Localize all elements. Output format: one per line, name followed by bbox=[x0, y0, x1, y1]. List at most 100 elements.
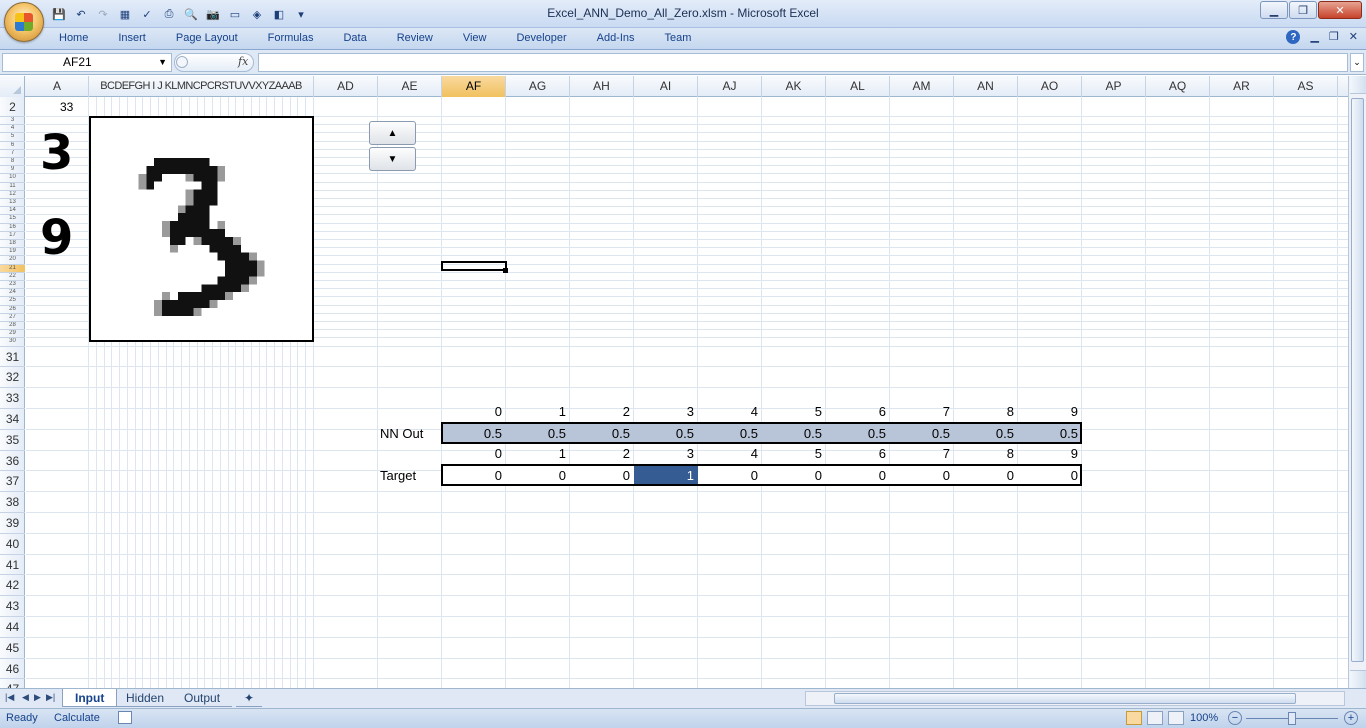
maximize-icon[interactable]: ❐ bbox=[1289, 1, 1317, 19]
target-cell-1[interactable]: 0 bbox=[506, 468, 566, 483]
row-header-43[interactable]: 43 bbox=[0, 596, 25, 617]
row-header-23[interactable]: 23 bbox=[0, 281, 25, 290]
target-cell-4[interactable]: 0 bbox=[698, 468, 758, 483]
nn-out-label[interactable]: NN Out bbox=[380, 426, 423, 441]
close-icon[interactable]: ✕ bbox=[1318, 1, 1362, 19]
col-header-aj[interactable]: AJ bbox=[698, 76, 762, 97]
row-header-2[interactable]: 2 bbox=[0, 97, 25, 117]
row-header-42[interactable]: 42 bbox=[0, 575, 25, 597]
row-header-14[interactable]: 14 bbox=[0, 207, 25, 216]
horizontal-scroll-thumb[interactable] bbox=[834, 693, 1296, 704]
insert-sheet-icon[interactable]: ✦ bbox=[236, 689, 263, 707]
zoom-level[interactable]: 100% bbox=[1190, 712, 1218, 724]
target-index-cell-6[interactable]: 6 bbox=[826, 446, 886, 461]
row-header-12[interactable]: 12 bbox=[0, 191, 25, 199]
col-header-ag[interactable]: AG bbox=[506, 76, 570, 97]
col-header-a[interactable]: A bbox=[26, 76, 89, 97]
cell-a2[interactable]: 33 bbox=[60, 100, 73, 114]
target-cell-5[interactable]: 0 bbox=[762, 468, 822, 483]
nn-out-cell-3[interactable]: 0.5 bbox=[634, 426, 694, 441]
target-cell-0[interactable]: 0 bbox=[442, 468, 502, 483]
row-header-20[interactable]: 20 bbox=[0, 256, 25, 265]
col-header-ap[interactable]: AP bbox=[1082, 76, 1146, 97]
target-cell-2[interactable]: 0 bbox=[570, 468, 630, 483]
output-index-cell-9[interactable]: 9 bbox=[1018, 404, 1078, 419]
chevron-down-icon[interactable]: ▼ bbox=[158, 54, 167, 71]
first-sheet-icon[interactable]: |◀ bbox=[5, 692, 14, 703]
scroll-up-icon[interactable] bbox=[1350, 76, 1366, 94]
fill-handle[interactable] bbox=[503, 268, 508, 273]
col-header-ak[interactable]: AK bbox=[762, 76, 826, 97]
target-cell-7[interactable]: 0 bbox=[890, 468, 950, 483]
output-index-cell-3[interactable]: 3 bbox=[634, 404, 694, 419]
nn-out-cell-0[interactable]: 0.5 bbox=[442, 426, 502, 441]
row-header-11[interactable]: 11 bbox=[0, 183, 25, 191]
row-header-22[interactable]: 22 bbox=[0, 273, 25, 281]
target-cell-3[interactable]: 1 bbox=[634, 468, 694, 483]
target-label[interactable]: Target bbox=[380, 468, 416, 483]
col-header-ae[interactable]: AE bbox=[378, 76, 442, 97]
tab-team[interactable]: Team bbox=[650, 31, 707, 45]
row-header-35[interactable]: 35 bbox=[0, 430, 25, 451]
tab-page-layout[interactable]: Page Layout bbox=[161, 31, 253, 45]
output-index-cell-8[interactable]: 8 bbox=[954, 404, 1014, 419]
prev-sheet-icon[interactable]: ◀ bbox=[22, 692, 29, 703]
target-index-cell-2[interactable]: 2 bbox=[570, 446, 630, 461]
row-header-21[interactable]: 21 bbox=[0, 264, 25, 273]
target-index-cell-8[interactable]: 8 bbox=[954, 446, 1014, 461]
nn-out-cell-8[interactable]: 0.5 bbox=[954, 426, 1014, 441]
sheet-tab-hidden[interactable]: Hidden bbox=[114, 689, 177, 707]
row-header-32[interactable]: 32 bbox=[0, 367, 25, 389]
col-header-aq[interactable]: AQ bbox=[1146, 76, 1210, 97]
col-header-al[interactable]: AL bbox=[826, 76, 890, 97]
col-header-narrow-group[interactable]: BCDEFGH I J KLMNCPCRSTUVVXYZAAAB bbox=[89, 76, 314, 97]
output-index-cell-7[interactable]: 7 bbox=[890, 404, 950, 419]
office-button[interactable] bbox=[4, 2, 44, 42]
col-header-ar[interactable]: AR bbox=[1210, 76, 1274, 97]
zoom-out-icon[interactable]: − bbox=[1228, 711, 1242, 725]
nn-out-cell-9[interactable]: 0.5 bbox=[1018, 426, 1078, 441]
row-header-47[interactable]: 47 bbox=[0, 679, 25, 688]
tab-add-ins[interactable]: Add-Ins bbox=[582, 31, 650, 45]
row-header-44[interactable]: 44 bbox=[0, 617, 25, 638]
nn-out-cell-5[interactable]: 0.5 bbox=[762, 426, 822, 441]
nn-out-cell-6[interactable]: 0.5 bbox=[826, 426, 886, 441]
col-header-an[interactable]: AN bbox=[954, 76, 1018, 97]
zoom-slider-thumb[interactable] bbox=[1288, 712, 1296, 725]
horizontal-scrollbar[interactable] bbox=[805, 691, 1345, 706]
row-header-18[interactable]: 18 bbox=[0, 240, 25, 249]
row-header-25[interactable]: 25 bbox=[0, 297, 25, 306]
row-header-31[interactable]: 31 bbox=[0, 347, 25, 368]
target-cell-6[interactable]: 0 bbox=[826, 468, 886, 483]
nn-out-cell-7[interactable]: 0.5 bbox=[890, 426, 950, 441]
tab-home[interactable]: Home bbox=[44, 31, 103, 45]
tab-developer[interactable]: Developer bbox=[501, 31, 581, 45]
page-break-view-icon[interactable] bbox=[1168, 711, 1184, 725]
col-header-af[interactable]: AF bbox=[442, 76, 506, 97]
col-header-am[interactable]: AM bbox=[890, 76, 954, 97]
target-index-cell-3[interactable]: 3 bbox=[634, 446, 694, 461]
target-index-cell-5[interactable]: 5 bbox=[762, 446, 822, 461]
row-header-39[interactable]: 39 bbox=[0, 513, 25, 534]
col-header-ah[interactable]: AH bbox=[570, 76, 634, 97]
row-header-13[interactable]: 13 bbox=[0, 199, 25, 208]
zoom-in-icon[interactable]: + bbox=[1344, 711, 1358, 725]
minimize-icon[interactable]: ▁ bbox=[1260, 1, 1288, 19]
target-index-cell-1[interactable]: 1 bbox=[506, 446, 566, 461]
nn-out-cell-4[interactable]: 0.5 bbox=[698, 426, 758, 441]
row-header-29[interactable]: 29 bbox=[0, 330, 25, 339]
row-header-30[interactable]: 30 bbox=[0, 338, 25, 347]
col-header-ao[interactable]: AO bbox=[1018, 76, 1082, 97]
row-header-40[interactable]: 40 bbox=[0, 534, 25, 555]
output-index-cell-1[interactable]: 1 bbox=[506, 404, 566, 419]
nn-out-cell-1[interactable]: 0.5 bbox=[506, 426, 566, 441]
page-layout-view-icon[interactable] bbox=[1147, 711, 1163, 725]
selected-cell-af21[interactable] bbox=[441, 261, 507, 271]
normal-view-icon[interactable] bbox=[1126, 711, 1142, 725]
row-header-28[interactable]: 28 bbox=[0, 322, 25, 331]
select-all-button[interactable] bbox=[0, 76, 25, 97]
row-header-17[interactable]: 17 bbox=[0, 232, 25, 240]
target-index-cell-0[interactable]: 0 bbox=[442, 446, 502, 461]
row-header-3[interactable]: 3 bbox=[0, 117, 25, 126]
target-index-cell-4[interactable]: 4 bbox=[698, 446, 758, 461]
